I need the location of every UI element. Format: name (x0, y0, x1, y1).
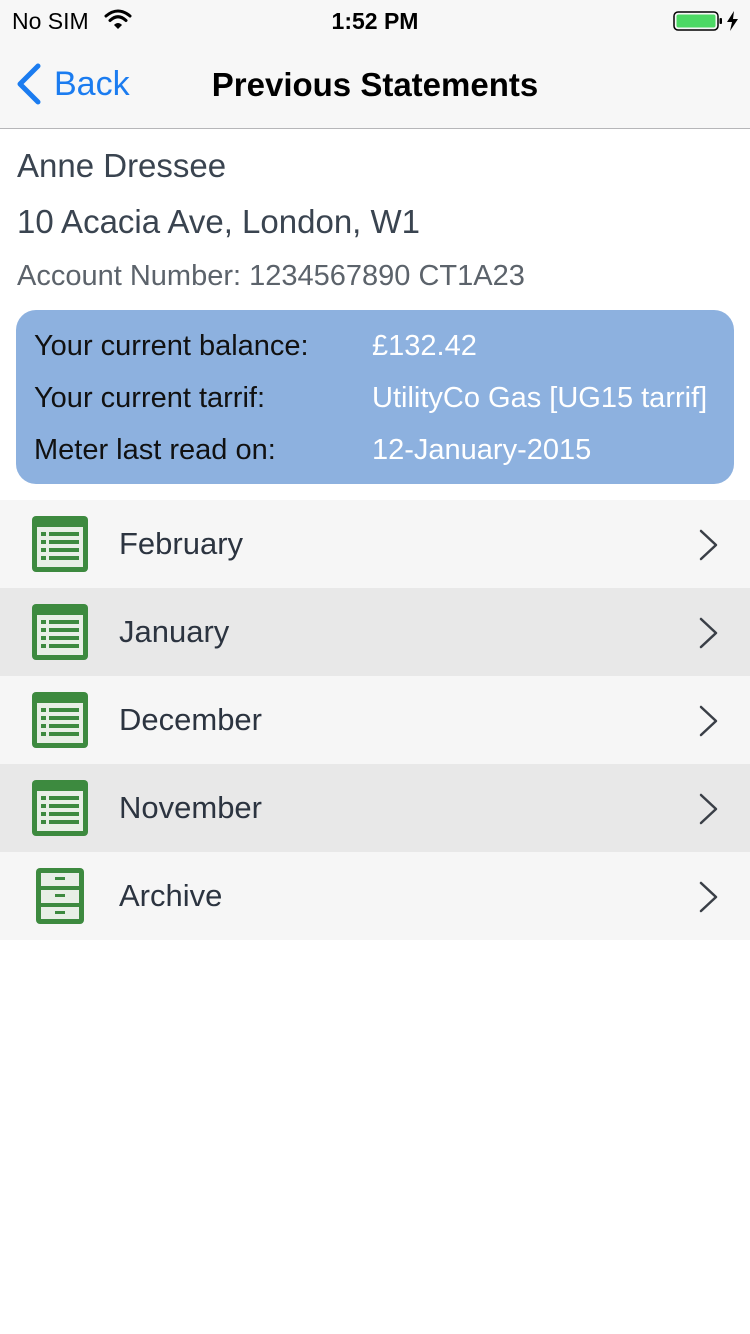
meter-read-label: Meter last read on: (34, 434, 276, 466)
status-bar: No SIM 1:52 PM (0, 0, 750, 40)
chevron-right-icon (699, 529, 718, 561)
statement-item-december[interactable]: December (0, 676, 750, 764)
account-number: Account Number: 1234567890 CT1A23 (17, 260, 525, 292)
archive-label: Archive (119, 878, 223, 913)
tariff-value: UtilityCo Gas [UG15 tarrif] (372, 382, 708, 414)
page-title: Previous Statements (211, 66, 539, 103)
statement-icon (32, 516, 88, 572)
statement-icon (32, 692, 88, 748)
chevron-right-icon (699, 705, 718, 737)
statement-label: February (119, 526, 244, 561)
balance-card: Your current balance: £132.42 Your curre… (16, 310, 734, 484)
statement-label: December (119, 702, 262, 737)
statement-icon (32, 604, 88, 660)
tariff-row: Your current tarrif: UtilityCo Gas [UG15… (16, 382, 734, 422)
customer-name: Anne Dressee (17, 147, 227, 184)
balance-label: Your current balance: (34, 330, 309, 362)
statement-label: November (119, 790, 262, 825)
statement-item-february[interactable]: February (0, 500, 750, 588)
statement-item-archive[interactable]: Archive (0, 852, 750, 940)
chevron-right-icon (699, 617, 718, 649)
statement-icon (32, 780, 88, 836)
balance-row: Your current balance: £132.42 (16, 330, 734, 370)
chevron-right-icon (699, 881, 718, 913)
statement-label: January (119, 614, 230, 649)
battery-icon (673, 11, 738, 31)
meter-read-row: Meter last read on: 12-January-2015 (16, 434, 734, 474)
balance-value: £132.42 (372, 330, 477, 362)
status-time: 1:52 PM (331, 8, 419, 34)
statement-item-november[interactable]: November (0, 764, 750, 852)
customer-address: 10 Acacia Ave, London, W1 (17, 203, 421, 240)
statement-item-january[interactable]: January (0, 588, 750, 676)
filing-cabinet-icon (36, 868, 84, 924)
meter-read-value: 12-January-2015 (372, 434, 592, 466)
chevron-right-icon (699, 793, 718, 825)
statements-list: February January December November Archi… (0, 500, 750, 940)
navigation-bar: Back Previous Statements (0, 40, 750, 129)
tariff-label: Your current tarrif: (34, 382, 266, 414)
